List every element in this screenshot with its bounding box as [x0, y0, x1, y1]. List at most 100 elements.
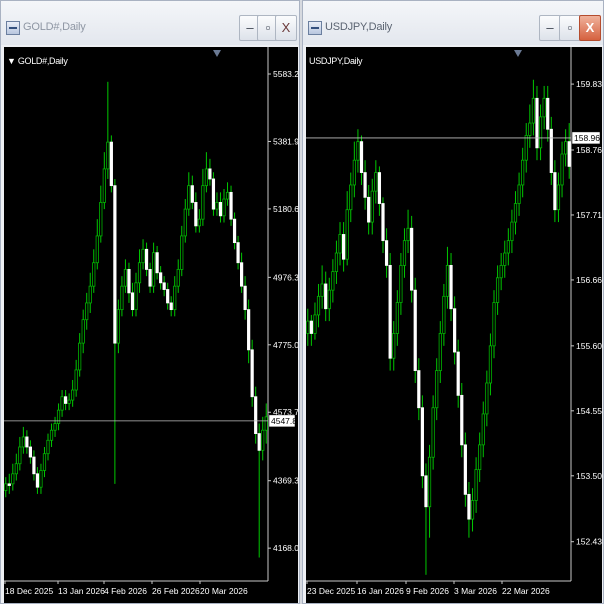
- candle-body: [331, 271, 335, 291]
- candle-body: [102, 168, 106, 203]
- candle-body: [187, 185, 191, 210]
- price-tick-label: 159.830: [576, 79, 602, 89]
- candle-body: [334, 252, 339, 272]
- candle-body: [211, 178, 216, 210]
- candle-body: [18, 446, 22, 465]
- time-tick-label: 18 Dec 2025: [5, 586, 53, 596]
- gold-candlestick-chart[interactable]: 5583.255381.955180.654976.304775.004573.…: [4, 47, 298, 603]
- candle-body: [159, 272, 163, 284]
- candle-body: [225, 191, 230, 200]
- time-tick-label: 23 Dec 2025: [307, 586, 355, 596]
- price-tick-label: 5583.25: [273, 69, 298, 79]
- candle-body: [95, 235, 99, 264]
- restore-button[interactable]: ▫: [559, 15, 581, 41]
- time-tick-label: 22 Mar 2026: [502, 586, 550, 596]
- candle-body: [327, 289, 331, 310]
- candle-body: [463, 444, 467, 495]
- candle-body: [399, 264, 403, 303]
- current-price-label: 4547.88: [271, 416, 298, 426]
- candle-body: [424, 475, 428, 508]
- candle-body: [553, 172, 557, 211]
- candle-body: [506, 240, 510, 254]
- candle-body: [499, 264, 503, 279]
- candle-body: [377, 172, 382, 204]
- candle-body: [306, 320, 310, 334]
- candle-body: [410, 227, 414, 291]
- candle-body: [222, 198, 226, 217]
- candle-body: [470, 500, 475, 520]
- candle-body: [395, 302, 399, 334]
- candle-body: [229, 191, 233, 220]
- price-tick-label: 154.550: [576, 406, 602, 416]
- candle-body: [438, 333, 442, 371]
- candle-body: [381, 203, 385, 242]
- candle-body: [367, 196, 371, 223]
- gold-chart-window[interactable]: GOLD#,Daily – ▫ X 5583.25 5381.95 5180.65 4…: [0, 0, 300, 604]
- candle-body: [374, 172, 378, 192]
- candle-body: [14, 463, 18, 475]
- candle-body: [531, 97, 535, 124]
- candle-body: [127, 269, 131, 294]
- candle-body: [492, 302, 496, 347]
- price-tick-label: 153.500: [576, 471, 602, 481]
- candle-body: [11, 473, 15, 485]
- gold-chart-area[interactable]: 5583.255381.955180.654976.304775.004573.…: [4, 47, 298, 603]
- usdjpy-candlestick-chart[interactable]: 159.830 158.765 157.715 156.665 155.600 154.5…: [306, 47, 602, 603]
- chart-shift-arrow-icon[interactable]: [213, 50, 221, 57]
- usdjpy-window-titlebar[interactable]: USDJPY,Daily – ▫ X: [303, 1, 603, 45]
- candle-body: [456, 351, 460, 396]
- current-price-label: 158.960: [574, 133, 602, 143]
- candle-body: [155, 252, 159, 274]
- candle-body: [313, 314, 317, 334]
- close-button[interactable]: X: [275, 15, 297, 41]
- candle-body: [435, 370, 439, 409]
- price-tick-label: 5381.95: [273, 136, 298, 146]
- close-button[interactable]: X: [579, 15, 601, 41]
- candle-body: [218, 202, 223, 217]
- gold-symbol-label: ▼ GOLD#,Daily: [7, 56, 68, 66]
- usdjpy-chart-window[interactable]: USDJPY,Daily – ▫ X 159.830 158.765 157.715…: [302, 0, 604, 604]
- candle-body: [85, 302, 89, 321]
- price-tick-label: 157.715: [576, 210, 602, 220]
- candle-body: [67, 399, 71, 404]
- candle-body: [535, 97, 539, 149]
- price-tick-label: 4976.30: [273, 272, 298, 282]
- candle-body: [176, 269, 180, 287]
- candle-body: [406, 227, 410, 242]
- chart-app-icon: [308, 21, 322, 35]
- chart-shift-arrow-icon[interactable]: [514, 50, 522, 57]
- candle-body: [53, 423, 57, 431]
- gold-window-titlebar[interactable]: GOLD#,Daily – ▫ X: [1, 1, 299, 45]
- time-tick-label: 4 Feb 2026: [104, 586, 147, 596]
- candle-body: [478, 444, 482, 471]
- candle-body: [194, 202, 198, 227]
- candle-body: [123, 269, 128, 287]
- price-tick-label: 4369.35: [273, 476, 298, 486]
- candle-body: [116, 309, 120, 344]
- minimize-button[interactable]: –: [539, 15, 561, 41]
- candle-body: [173, 285, 177, 311]
- candle-body: [261, 429, 265, 451]
- candle-body: [134, 282, 138, 311]
- candle-body: [521, 159, 525, 186]
- candle-body: [144, 248, 149, 270]
- candle-body: [474, 469, 478, 501]
- candle-body: [560, 153, 564, 186]
- candle-body: [449, 264, 453, 310]
- candle-body: [151, 252, 156, 287]
- candle-body: [309, 320, 313, 334]
- candle-body: [64, 396, 68, 404]
- price-tick-label: 4775.00: [273, 340, 298, 350]
- candle-body: [442, 295, 446, 334]
- price-tick-label: 158.765: [576, 145, 602, 155]
- candle-body: [495, 277, 500, 303]
- candle-body: [363, 172, 367, 198]
- chart-app-icon: [6, 21, 20, 35]
- usdjpy-chart-area[interactable]: 159.830 158.765 157.715 156.665 155.600 154.5…: [306, 47, 602, 603]
- time-tick-label: 9 Feb 2026: [406, 586, 449, 596]
- candle-body: [417, 370, 421, 409]
- candle-body: [137, 262, 142, 284]
- candle-body: [7, 483, 11, 486]
- candle-body: [215, 202, 219, 210]
- candle-body: [180, 235, 184, 270]
